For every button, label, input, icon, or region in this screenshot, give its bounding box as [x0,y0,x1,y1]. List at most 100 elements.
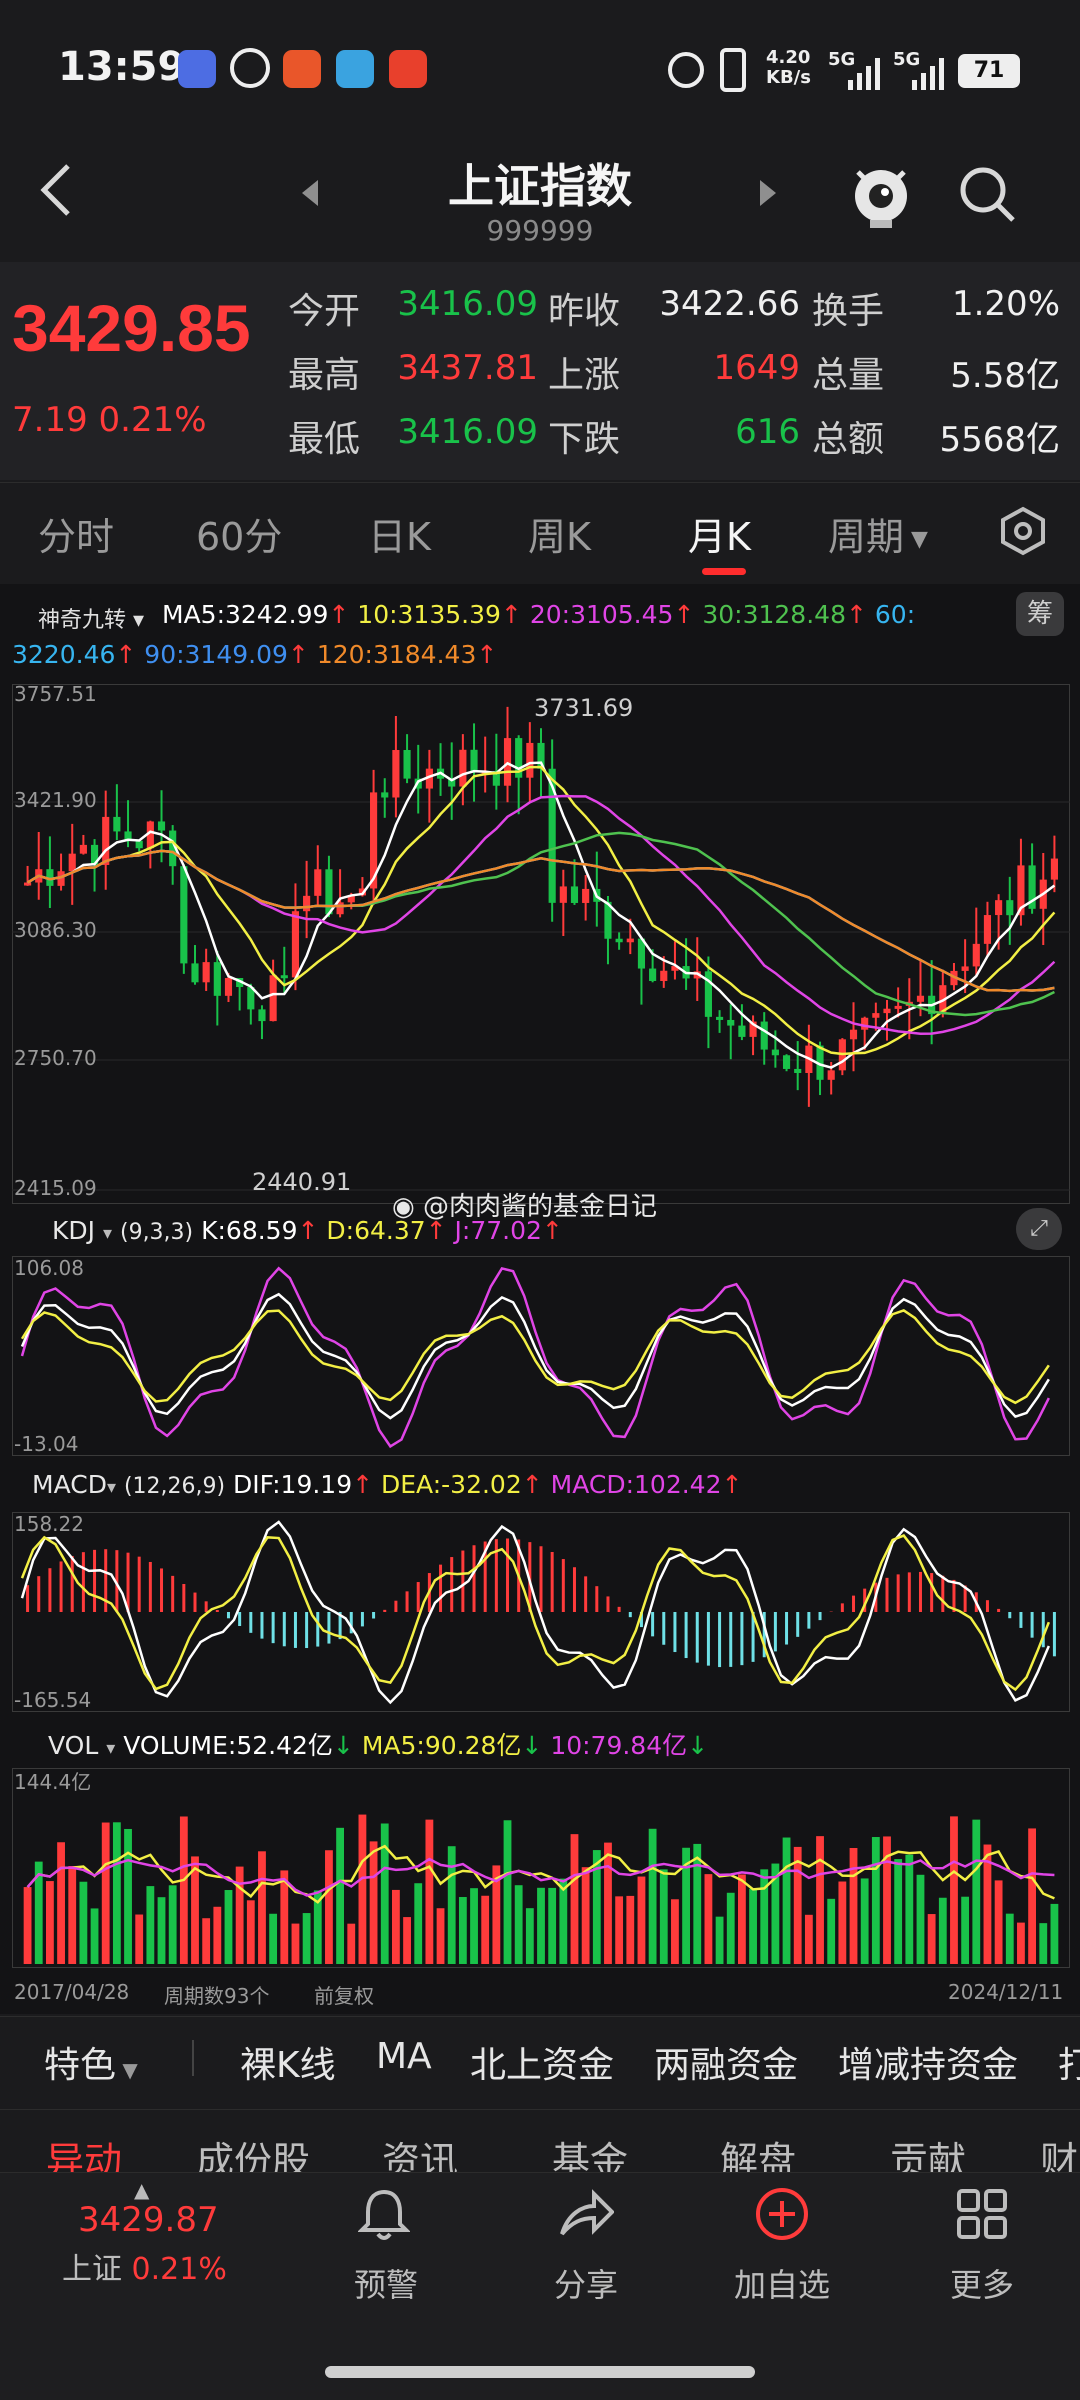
message-app-icon [389,50,427,88]
app-notification-icon [178,50,216,88]
candle-body [1050,858,1058,880]
nav-alert[interactable]: 预警 [316,2260,456,2306]
caret-up-icon[interactable]: ▲ [134,2178,149,2202]
volume-bar [224,1890,233,1964]
axis-period-count: 周期数93个 [164,1984,270,2008]
candle-body [961,966,969,971]
vol-legend[interactable]: VOL ▾ VOLUME:52.42亿↓ MA5:90.28亿↓ 10:79.8… [48,1726,708,1762]
mascot-icon[interactable] [848,158,914,234]
indicator-selector[interactable]: 神奇九转 ▾ [38,602,144,634]
price-change: 7.19 0.21% [12,400,207,440]
macd-y-top: 158.22 [14,1512,84,1536]
quote-value: 5568亿 [939,420,1060,460]
quote-value: 3416.09 [397,412,538,452]
share-icon[interactable] [558,2188,615,2244]
volume-bar [157,1897,166,1964]
kdj-chart[interactable] [12,1256,1070,1456]
candle-body [972,943,980,967]
vol-chart[interactable] [12,1768,1070,1968]
volume-bar [927,1914,936,1964]
volume-bar [804,1914,813,1964]
axis-adjust-mode[interactable]: 前复权 [314,1980,374,2009]
quote-label: 上涨 [548,355,621,396]
candle-body [771,1049,779,1056]
candle-body [782,1055,791,1069]
next-stock-button[interactable] [758,178,778,212]
chip-distribution-button[interactable]: 筹 [1016,592,1064,636]
nav-add-watchlist[interactable]: 加自选 [712,2260,852,2306]
volume-bar [537,1887,545,1964]
macd-dif-value: DIF:19.19 [233,1470,353,1499]
feature-northbound[interactable]: 北上资金 [470,2036,614,2088]
settings-hex-icon[interactable] [998,506,1048,560]
tab-daily-k[interactable]: 日K [368,506,431,561]
tab-monthly-k[interactable]: 月K [688,506,751,561]
bottom-index-summary[interactable]: 上证 0.21% [62,2244,227,2288]
feature-naked-k[interactable]: 裸K线 [240,2036,336,2088]
quote-value: 1.20% [951,284,1060,324]
volume-bar [950,1816,958,1964]
page-title: 上证指数 [448,159,632,213]
volume-bar [972,1819,981,1964]
macd-chart[interactable] [12,1512,1070,1712]
bell-icon[interactable] [357,2186,411,2246]
candle-body [615,938,623,943]
ma60-label: 60: [874,600,916,629]
volume-bar [269,1913,278,1964]
status-time: 13:59 [58,44,186,90]
volume-bar [581,1867,590,1964]
signal-icon-2 [912,58,948,94]
add-watchlist-icon[interactable] [754,2186,810,2246]
volume-bar [704,1874,713,1964]
expand-icon[interactable]: ⤢ [1016,1208,1062,1250]
bottom-index-price[interactable]: 3429.87 [78,2200,219,2240]
feature-holdings-change[interactable]: 增减持资金 [838,2036,1018,2088]
candle-body [526,742,534,778]
feature-ma[interactable]: MA [376,2036,432,2077]
nav-more[interactable]: 更多 [912,2260,1052,2306]
tab-intraday[interactable]: 分时 [38,506,114,561]
volume-bar [525,1908,534,1964]
candle-body [894,1005,902,1009]
volume-bar [793,1846,802,1964]
candle-body [470,749,478,772]
volume-bar [124,1828,132,1964]
tab-weekly-k[interactable]: 周K [528,506,591,561]
feature-more-truncated[interactable]: 打 [1058,2036,1080,2088]
volume-bar [481,1895,490,1964]
grid-more-icon[interactable] [956,2188,1008,2244]
volume-bar [447,1846,456,1964]
candle-body [291,911,300,978]
candle-body [503,738,512,786]
volume-bar [548,1887,557,1964]
volume-bar [213,1906,222,1964]
ma-legend-row1: MA5:3242.99↑ 10:3135.39↑ 20:3105.45↑ 30:… [162,600,916,629]
nav-share[interactable]: 分享 [516,2260,656,2306]
feature-special-dropdown[interactable]: 特色 ▼ [44,2036,138,2088]
candle-body [660,970,668,981]
kline-chart[interactable] [12,684,1070,1204]
volume-bar [938,1897,947,1964]
quote-label: 最低 [288,419,361,460]
volume-bar [559,1878,568,1964]
kdj-d-line [20,1309,1050,1405]
quote-label: 昨收 [548,291,621,332]
quote-value: 1649 [713,348,800,388]
ma5-value: MA5:3242.99 [162,600,329,629]
stock-code: 999999 [486,214,594,247]
volume-bar [503,1820,512,1964]
volume-bar [436,1908,445,1964]
macd-legend[interactable]: MACD▾ (12,26,9) DIF:19.19↑ DEA:-32.02↑ M… [32,1470,742,1499]
home-indicator[interactable] [325,2366,755,2378]
candle-body [213,962,221,996]
kdj-legend[interactable]: KDJ ▾ (9,3,3) K:68.59↑ D:64.37↑ J:77.02↑ [52,1216,563,1245]
tab-period-dropdown[interactable]: 周期 ▼ [828,506,928,561]
search-button[interactable] [955,162,1019,230]
ma30-value: 30:3128.48 [702,600,846,629]
tab-60min[interactable]: 60分 [196,506,282,561]
quote-value: 3437.81 [397,348,538,388]
volume-bar [749,1888,757,1964]
vol-ma10-value: 10:79.84亿 [550,1731,688,1760]
feature-margin[interactable]: 两融资金 [654,2036,798,2088]
volume-bar [1028,1828,1037,1964]
